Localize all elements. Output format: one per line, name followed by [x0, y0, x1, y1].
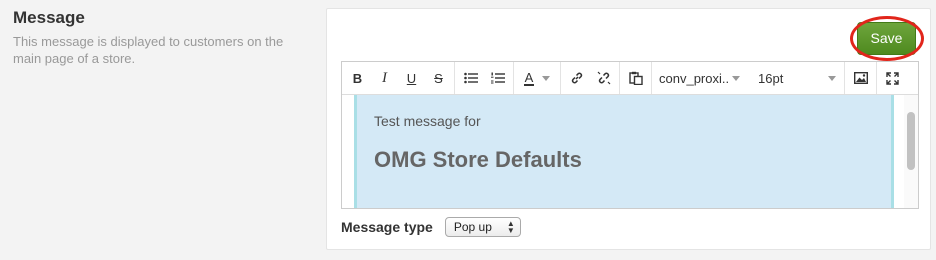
select-arrows-icon: ▲ ▼ [506, 219, 515, 235]
chevron-down-icon [732, 75, 740, 81]
clipboard-icon [628, 71, 643, 85]
editor-content[interactable]: Test message for OMG Store Defaults [354, 95, 894, 208]
font-family-value: conv_proxi.. [659, 70, 730, 86]
paste-button[interactable] [622, 63, 649, 93]
message-panel: Save B I U S A conv_proxi.. 16pt Test me… [326, 8, 931, 250]
toolbar-divider [619, 62, 620, 94]
fullscreen-button[interactable] [879, 63, 906, 93]
unlink-icon [597, 71, 610, 85]
link-button[interactable] [563, 63, 590, 93]
font-size-value: 16pt [758, 70, 784, 86]
message-heading: OMG Store Defaults [374, 147, 582, 172]
bullet-list-icon [463, 72, 478, 84]
image-icon [853, 72, 868, 84]
toolbar-divider [513, 62, 514, 94]
font-size-select[interactable]: 16pt [746, 63, 842, 93]
unlink-button[interactable] [590, 63, 617, 93]
italic-button[interactable]: I [371, 63, 398, 93]
strikethrough-button[interactable]: S [425, 63, 452, 93]
underline-button[interactable]: U [398, 63, 425, 93]
message-type-select[interactable]: Pop up ▲ ▼ [444, 217, 521, 237]
chevron-down-icon [828, 75, 836, 81]
text-color-label: A [523, 69, 535, 86]
chevron-down-icon [542, 75, 551, 81]
toolbar-divider [876, 62, 877, 94]
toolbar-divider [560, 62, 561, 94]
scrollbar-thumb[interactable] [907, 112, 915, 170]
editor-toolbar: B I U S A conv_proxi.. 16pt [342, 62, 918, 95]
message-type-label: Message type [341, 219, 433, 235]
message-type-row: Message type Pop up ▲ ▼ [341, 217, 521, 237]
rich-text-editor: B I U S A conv_proxi.. 16pt Test message… [341, 61, 919, 209]
numbered-list-button[interactable] [484, 63, 511, 93]
editor-scrollbar[interactable] [904, 95, 918, 208]
message-type-value: Pop up [453, 220, 492, 234]
save-button[interactable]: Save [857, 22, 916, 55]
font-family-select[interactable]: conv_proxi.. [654, 63, 746, 93]
section-info: Message This message is displayed to cus… [13, 8, 313, 67]
bold-button[interactable]: B [344, 63, 371, 93]
fullscreen-icon [886, 71, 899, 85]
link-icon [571, 72, 582, 84]
numbered-list-icon [490, 72, 505, 84]
section-description: This message is displayed to customers o… [13, 34, 284, 66]
insert-image-button[interactable] [847, 63, 874, 93]
text-color-button[interactable]: A [516, 63, 558, 93]
message-text: Test message for [374, 113, 481, 129]
bullet-list-button[interactable] [457, 63, 484, 93]
toolbar-divider [844, 62, 845, 94]
section-title: Message [13, 8, 85, 27]
toolbar-divider [651, 62, 652, 94]
editor-body[interactable]: Test message for OMG Store Defaults [342, 95, 918, 208]
toolbar-divider [454, 62, 455, 94]
